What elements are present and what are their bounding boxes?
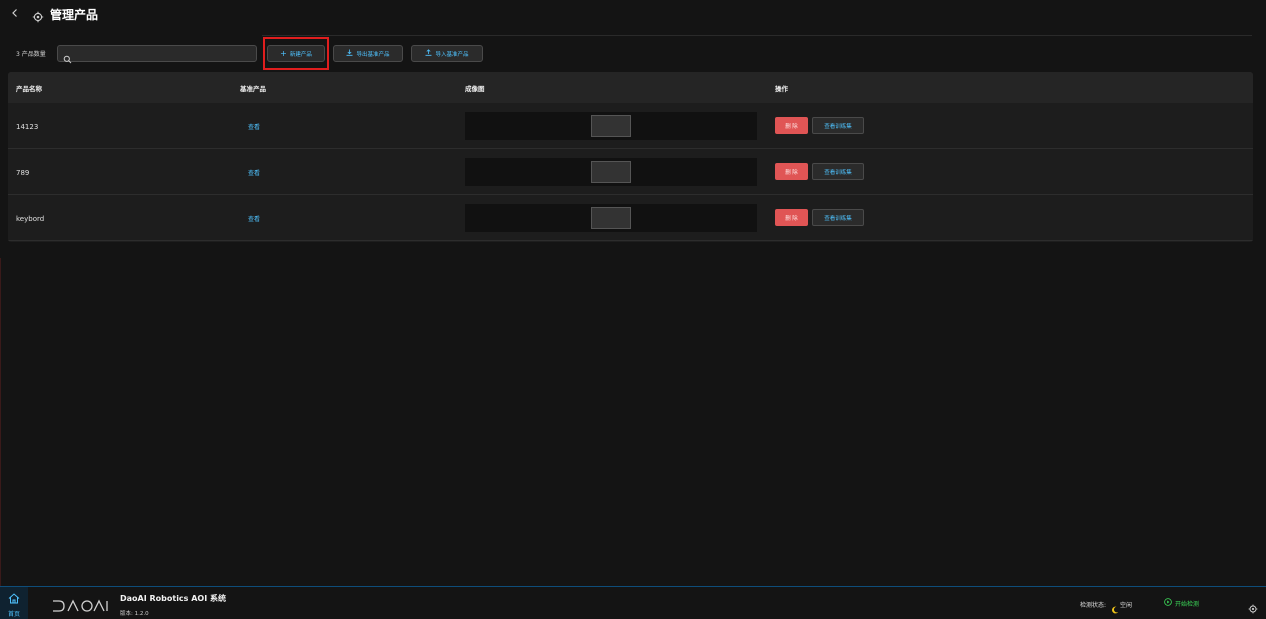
- view-training-set-button[interactable]: 查看训练集: [812, 117, 864, 134]
- delete-button[interactable]: 删 除: [775, 117, 808, 134]
- start-detection-label: 开始检测: [1175, 600, 1200, 608]
- view-base-product-link[interactable]: 查看: [248, 214, 260, 223]
- toolbar: 3 产品数量 + 新建产品 导出基准产品 导入基准产品: [0, 44, 1266, 64]
- thumbnail-preview: [591, 207, 631, 229]
- column-header: 操作: [775, 85, 788, 93]
- play-circle-icon: [1164, 598, 1172, 608]
- app-version: 版本: 1.2.0: [120, 611, 149, 617]
- home-label: 首页: [7, 611, 20, 618]
- import-label: 导入基准产品: [435, 51, 469, 58]
- status-bar: 首页 DaoAI Robotics AOI 系统 版本: 1.2.0 检测状态:…: [0, 586, 1266, 619]
- export-base-product-button[interactable]: 导出基准产品: [333, 45, 403, 62]
- search-box[interactable]: [57, 45, 257, 64]
- export-label: 导出基准产品: [356, 51, 390, 58]
- window-edge: [0, 258, 1, 586]
- product-name: 789: [16, 169, 30, 177]
- page-header: 管理产品: [0, 0, 1266, 28]
- table-row: keybord 查看 删 除 查看训练集: [8, 195, 1253, 241]
- column-header: 成像图: [465, 85, 485, 93]
- view-training-set-button[interactable]: 查看训练集: [812, 163, 864, 180]
- upload-icon: [425, 49, 432, 58]
- page-title: 管理产品: [50, 7, 99, 22]
- import-base-product-button[interactable]: 导入基准产品: [411, 45, 483, 62]
- search-icon: [63, 49, 72, 64]
- detection-status-value: 空闲: [1120, 602, 1133, 609]
- product-name: keybord: [16, 215, 45, 223]
- chevron-left-icon[interactable]: [10, 7, 24, 21]
- header-divider: [262, 35, 1252, 36]
- search-input[interactable]: [74, 47, 254, 60]
- table-header: 产品名称 基准产品 成像图 操作: [8, 72, 1253, 103]
- table-row: 14123 查看 删 除 查看训练集: [8, 103, 1253, 149]
- view-base-product-link[interactable]: 查看: [248, 122, 260, 131]
- delete-button[interactable]: 删 除: [775, 163, 808, 180]
- manage-products-page: 管理产品 3 产品数量 + 新建产品 导出基准产品 导入基准产品 产品名称 基准…: [0, 0, 1266, 619]
- thumbnail-preview: [591, 115, 631, 137]
- column-header: 产品名称: [16, 85, 42, 93]
- image-thumbnail: [465, 204, 757, 232]
- download-icon: [346, 49, 353, 58]
- image-thumbnail: [465, 112, 757, 140]
- product-count: 3 产品数量: [16, 51, 46, 58]
- image-thumbnail: [465, 158, 757, 186]
- table-row: 789 查看 删 除 查看训练集: [8, 149, 1253, 195]
- home-button[interactable]: 首页: [0, 587, 28, 619]
- thumbnail-preview: [591, 161, 631, 183]
- gear-icon: [32, 8, 44, 23]
- view-base-product-link[interactable]: 查看: [248, 168, 260, 177]
- start-detection-button[interactable]: 开始检测: [1164, 598, 1199, 608]
- highlight-box: [263, 37, 329, 70]
- settings-gear-icon[interactable]: [1248, 599, 1258, 614]
- home-icon: [8, 589, 20, 608]
- app-title: DaoAI Robotics AOI 系统: [120, 594, 226, 603]
- daoai-logo: [52, 598, 108, 612]
- products-table: 产品名称 基准产品 成像图 操作 14123 查看 删 除 查看训练集 789 …: [8, 72, 1253, 242]
- delete-button[interactable]: 删 除: [775, 209, 808, 226]
- product-name: 14123: [16, 123, 39, 131]
- column-header: 基准产品: [240, 85, 266, 93]
- detection-status-label: 检测状态:: [1080, 602, 1107, 609]
- view-training-set-button[interactable]: 查看训练集: [812, 209, 864, 226]
- moon-icon: [1111, 599, 1119, 614]
